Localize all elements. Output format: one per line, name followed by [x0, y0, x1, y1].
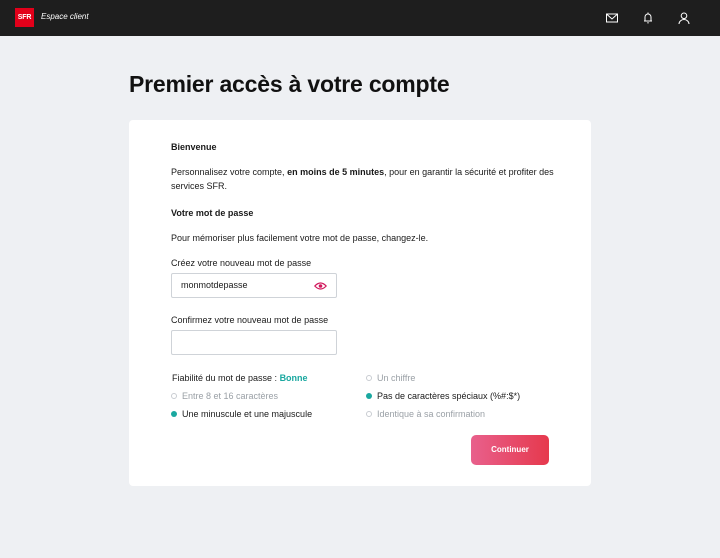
confirm-password-label: Confirmez votre nouveau mot de passe	[171, 315, 329, 325]
criterion-pending-icon	[171, 393, 177, 399]
mail-icon[interactable]	[605, 11, 619, 25]
confirm-password-input[interactable]	[171, 330, 337, 355]
new-password-value: monmotdepasse	[181, 280, 248, 290]
welcome-heading: Bienvenue	[171, 142, 217, 152]
intro-paragraph: Personnalisez votre compte, en moins de …	[171, 165, 561, 193]
page-title: Premier accès à votre compte	[129, 71, 450, 97]
user-icon[interactable]	[677, 11, 691, 25]
criterion-label: Une minuscule et une majuscule	[182, 409, 313, 419]
criterion-pending-icon	[366, 375, 372, 381]
criterion-label: Entre 8 et 16 caractères	[182, 391, 279, 401]
criterion-pending-icon	[366, 411, 372, 417]
brand-subtitle: Espace client	[41, 12, 89, 21]
intro-text-bold: en moins de 5 minutes	[287, 167, 385, 177]
criterion-label: Pas de caractères spéciaux (%#:$*)	[377, 391, 521, 401]
sfr-logo[interactable]: SFR	[15, 8, 34, 27]
first-access-card: Bienvenue Personnalisez votre compte, en…	[129, 120, 591, 486]
strength-label: Fiabilité du mot de passe :	[172, 373, 280, 383]
new-password-input[interactable]: monmotdepasse	[171, 273, 337, 298]
eye-icon[interactable]	[314, 281, 327, 291]
continue-button[interactable]: Continuer	[471, 435, 549, 465]
bell-icon[interactable]	[641, 11, 655, 25]
password-hint: Pour mémoriser plus facilement votre mot…	[171, 233, 429, 243]
top-bar: SFR Espace client	[0, 0, 720, 36]
new-password-label: Créez votre nouveau mot de passe	[171, 258, 312, 268]
strength-value: Bonne	[279, 373, 308, 383]
criterion-met-icon	[366, 393, 372, 399]
criterion-label: Un chiffre	[377, 373, 416, 383]
password-heading: Votre mot de passe	[171, 208, 254, 218]
criterion-label: Identique à sa confirmation	[377, 409, 486, 419]
criterion-met-icon	[171, 411, 177, 417]
strength-indicator: Fiabilité du mot de passe : Bonne	[172, 371, 308, 385]
intro-text-start: Personnalisez votre compte,	[171, 167, 288, 177]
